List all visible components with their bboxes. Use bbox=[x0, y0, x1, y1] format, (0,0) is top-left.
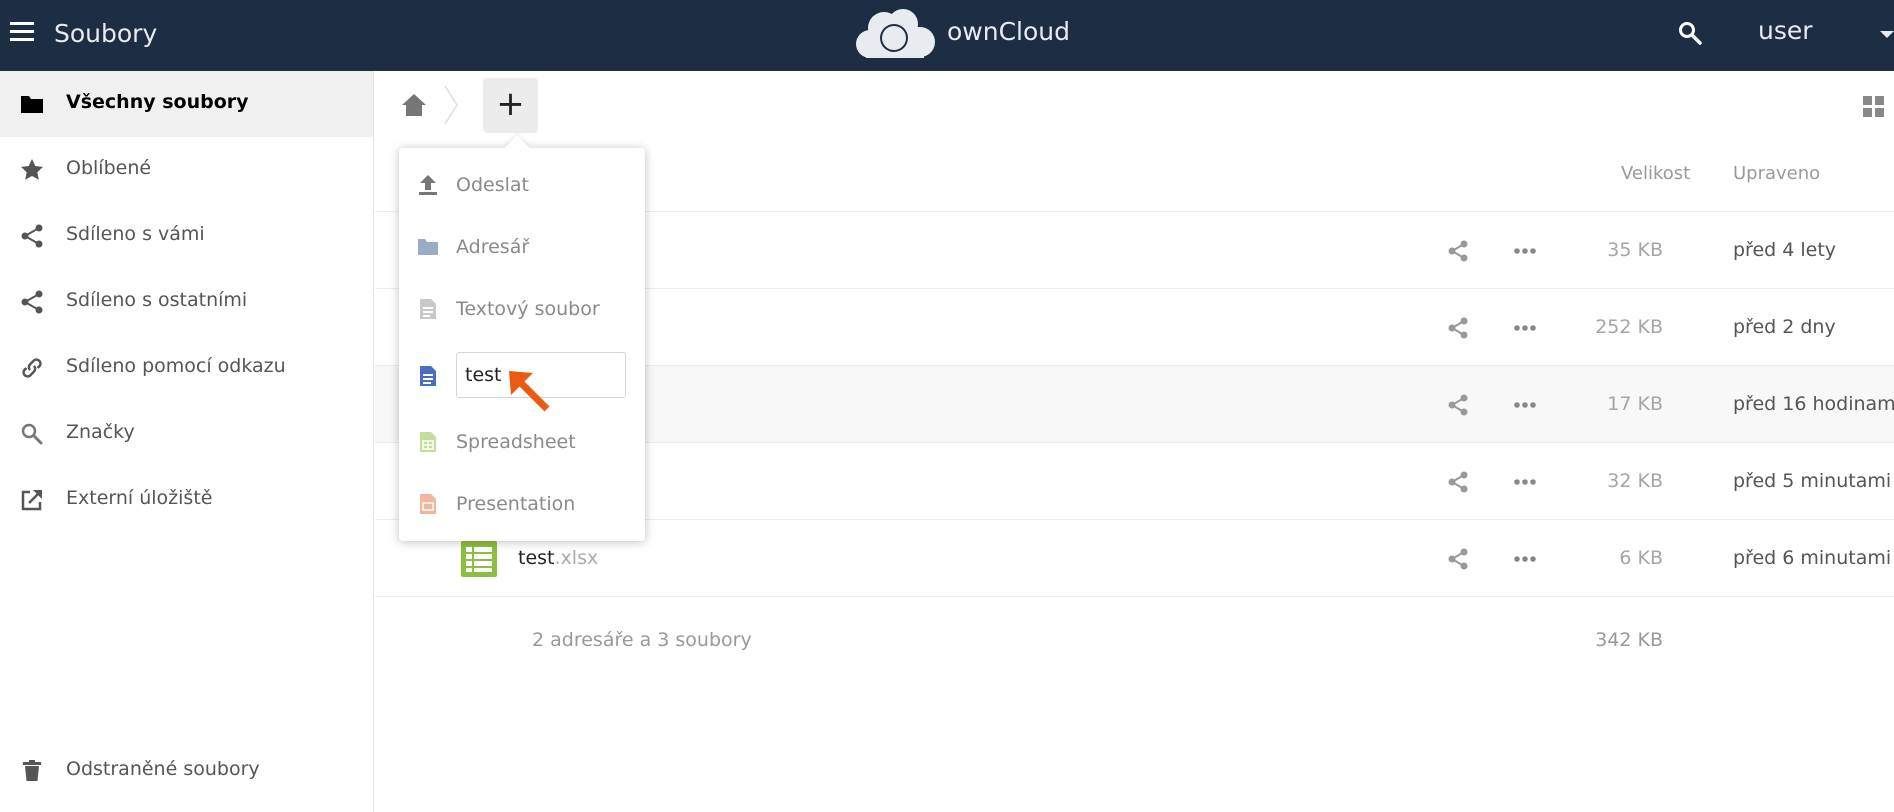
home-icon[interactable] bbox=[401, 93, 427, 117]
sidebar-item-label: Odstraněné soubory bbox=[66, 758, 260, 780]
owncloud-logo-icon bbox=[856, 9, 935, 58]
sidebar-item-deleted-files[interactable]: Odstraněné soubory bbox=[0, 738, 373, 804]
share-icon bbox=[21, 224, 43, 248]
star-icon bbox=[21, 159, 43, 180]
chevron-down-icon[interactable] bbox=[1880, 31, 1894, 38]
menu-item-label: Textový soubor bbox=[456, 298, 600, 320]
sidebar-item-label: Všechny soubory bbox=[66, 91, 249, 113]
sidebar-item-label: Značky bbox=[66, 421, 135, 443]
sidebar-item-all-files[interactable]: Všechny soubory bbox=[0, 71, 373, 137]
sidebar-item-shared-by-link[interactable]: Sdíleno pomocí odkazu bbox=[0, 335, 373, 401]
menu-item-label: Spreadsheet bbox=[456, 431, 576, 453]
share-icon bbox=[21, 290, 43, 314]
grid-view-icon[interactable] bbox=[1862, 95, 1886, 119]
file-name[interactable]: test.xlsx bbox=[518, 547, 598, 569]
upload-icon bbox=[419, 175, 437, 195]
sidebar-item-external-storage[interactable]: Externí úložiště bbox=[0, 467, 373, 533]
file-size: 35 KB bbox=[1607, 239, 1663, 261]
trash-icon bbox=[23, 760, 41, 781]
menu-item-label: Presentation bbox=[456, 493, 576, 515]
sidebar-item-favorites[interactable]: Oblíbené bbox=[0, 137, 373, 203]
folder-icon bbox=[418, 239, 438, 255]
link-icon bbox=[22, 358, 42, 378]
menu-item-label: Adresář bbox=[456, 236, 530, 258]
new-file-button[interactable]: + bbox=[483, 78, 538, 133]
file-size: 6 KB bbox=[1619, 547, 1663, 569]
new-file-menu: Odeslat Adresář Textový soubor Spreadshe… bbox=[399, 135, 645, 541]
file-size: 17 KB bbox=[1607, 393, 1663, 415]
menu-item-text-file[interactable]: Textový soubor bbox=[399, 278, 645, 338]
text-file-icon bbox=[420, 299, 436, 319]
menu-item-folder[interactable]: Adresář bbox=[399, 216, 645, 276]
sidebar-item-label: Sdíleno s vámi bbox=[66, 223, 205, 245]
user-menu[interactable]: user bbox=[1758, 16, 1813, 45]
menu-item-label: Odeslat bbox=[456, 174, 529, 196]
share-icon[interactable] bbox=[1447, 240, 1469, 262]
sidebar-item-label: Oblíbené bbox=[66, 157, 152, 179]
menu-item-presentation[interactable]: Presentation bbox=[399, 473, 645, 533]
sidebar-item-shared-with-others[interactable]: Sdíleno s ostatními bbox=[0, 269, 373, 335]
brand-name: ownCloud bbox=[947, 17, 1070, 46]
sidebar-item-tags[interactable]: Značky bbox=[0, 401, 373, 467]
column-header-size[interactable]: Velikost bbox=[1621, 163, 1690, 184]
file-modified: před 6 minutami bbox=[1733, 547, 1892, 569]
sidebar-item-label: Sdíleno s ostatními bbox=[66, 289, 248, 311]
document-icon bbox=[420, 366, 436, 386]
app-title: Soubory bbox=[54, 19, 158, 48]
external-icon bbox=[21, 490, 42, 511]
file-modified: před 4 lety bbox=[1733, 239, 1837, 261]
presentation-icon bbox=[420, 494, 436, 514]
menu-toggle-icon[interactable] bbox=[10, 22, 34, 42]
sidebar: Všechny soubory Oblíbené Sdíleno s vámi … bbox=[0, 71, 374, 812]
sidebar-item-label: Externí úložiště bbox=[66, 487, 213, 509]
share-icon[interactable] bbox=[1447, 317, 1469, 339]
spreadsheet-file-icon bbox=[461, 541, 497, 577]
file-size: 32 KB bbox=[1607, 470, 1663, 492]
summary-size: 342 KB bbox=[1595, 629, 1663, 651]
sidebar-item-shared-with-you[interactable]: Sdíleno s vámi bbox=[0, 203, 373, 269]
share-icon[interactable] bbox=[1447, 471, 1469, 493]
file-modified: před 2 dny bbox=[1733, 316, 1836, 338]
file-basename: test bbox=[518, 547, 555, 569]
menu-item-spreadsheet[interactable]: Spreadsheet bbox=[399, 411, 645, 471]
folder-icon bbox=[21, 96, 43, 113]
file-modified: před 5 minutami bbox=[1733, 470, 1892, 492]
summary-text: 2 adresáře a 3 soubory bbox=[532, 629, 752, 651]
app-header: Soubory ownCloud user bbox=[0, 0, 1894, 71]
annotation-arrow-icon bbox=[509, 371, 550, 412]
search-icon bbox=[21, 423, 43, 445]
column-header-modified[interactable]: Upraveno bbox=[1733, 163, 1820, 184]
search-icon[interactable] bbox=[1677, 20, 1703, 46]
file-extension: .xlsx bbox=[554, 547, 599, 569]
spreadsheet-icon bbox=[420, 432, 436, 452]
menu-item-upload[interactable]: Odeslat bbox=[399, 154, 645, 214]
sidebar-item-label: Sdíleno pomocí odkazu bbox=[66, 355, 286, 377]
share-icon[interactable] bbox=[1447, 548, 1469, 570]
breadcrumb-separator-icon bbox=[444, 85, 458, 125]
file-modified: před 16 hodinami bbox=[1733, 393, 1894, 415]
file-size: 252 KB bbox=[1595, 316, 1663, 338]
share-icon[interactable] bbox=[1447, 394, 1469, 416]
